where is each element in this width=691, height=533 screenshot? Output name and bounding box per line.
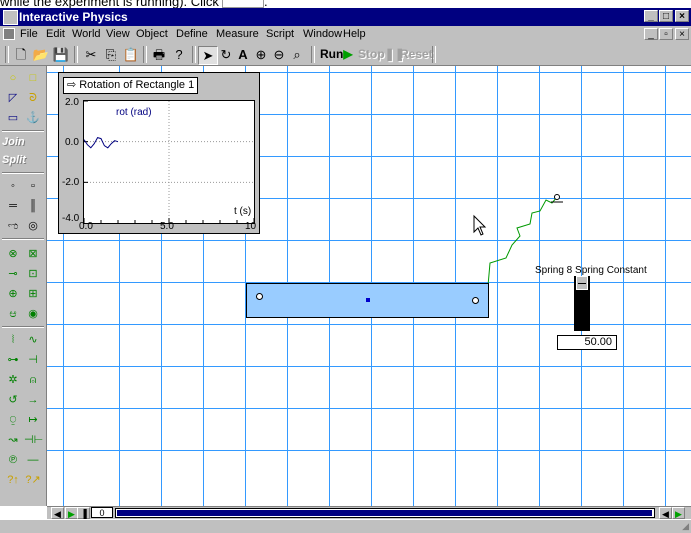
frame-counter[interactable]: 0 [91,507,113,518]
rectangle-1[interactable] [246,283,489,318]
spring-endpoint-pin [554,194,560,200]
graph-title: Rotation of Rectangle 1 [79,79,195,91]
resize-grip-icon[interactable]: ◢ [682,521,689,532]
tape-progress-fill [117,510,652,516]
y-tick-label: 0.0 [65,137,79,148]
graph-window[interactable]: ⇨ Rotation of Rectangle 1 rot (rad) t (s)… [58,72,260,234]
x-tick-label: 0.0 [79,221,93,232]
graph-x-axis-label: t (s) [234,206,252,217]
y-tick-label: 2.0 [65,97,79,108]
pin-point-left[interactable] [256,293,263,300]
spring-constant-slider-thumb[interactable] [576,276,588,290]
graph-plot-area: rot (rad) t (s) [83,100,255,224]
y-tick-label: -2.0 [62,177,80,188]
tape-rewind-icon[interactable]: ◀ [51,507,64,519]
graph-series-label: rot (rad) [116,107,152,118]
pin-point-right[interactable] [472,297,479,304]
mouse-cursor-icon [473,214,487,236]
graph-title-bar[interactable]: ⇨ Rotation of Rectangle 1 [63,77,199,94]
spring-constant-label: Spring 8 Spring Constant [535,265,647,276]
slider-thumb-grip [578,283,586,284]
graph-plot-svg [84,101,254,223]
spring-constant-value-field[interactable]: 50.00 [557,335,617,350]
graph-expand-arrow-icon[interactable]: ⇨ [67,78,76,92]
rotation-series-line [84,137,119,149]
tape-end-left-icon[interactable]: ◀ [659,507,672,519]
playback-bar: ◀ ▶ ▐ 0 ◀ ▶ [47,506,691,519]
x-tick-label: 10 [245,221,257,232]
status-bar: ◢ [0,519,691,533]
x-tick-label: 5.0 [160,221,174,232]
y-tick-label: -4.0 [62,213,80,224]
tape-end-right-icon[interactable]: ▶ [672,507,685,519]
tape-step-icon[interactable]: ▐ [77,507,90,519]
center-of-mass-marker [366,298,370,302]
